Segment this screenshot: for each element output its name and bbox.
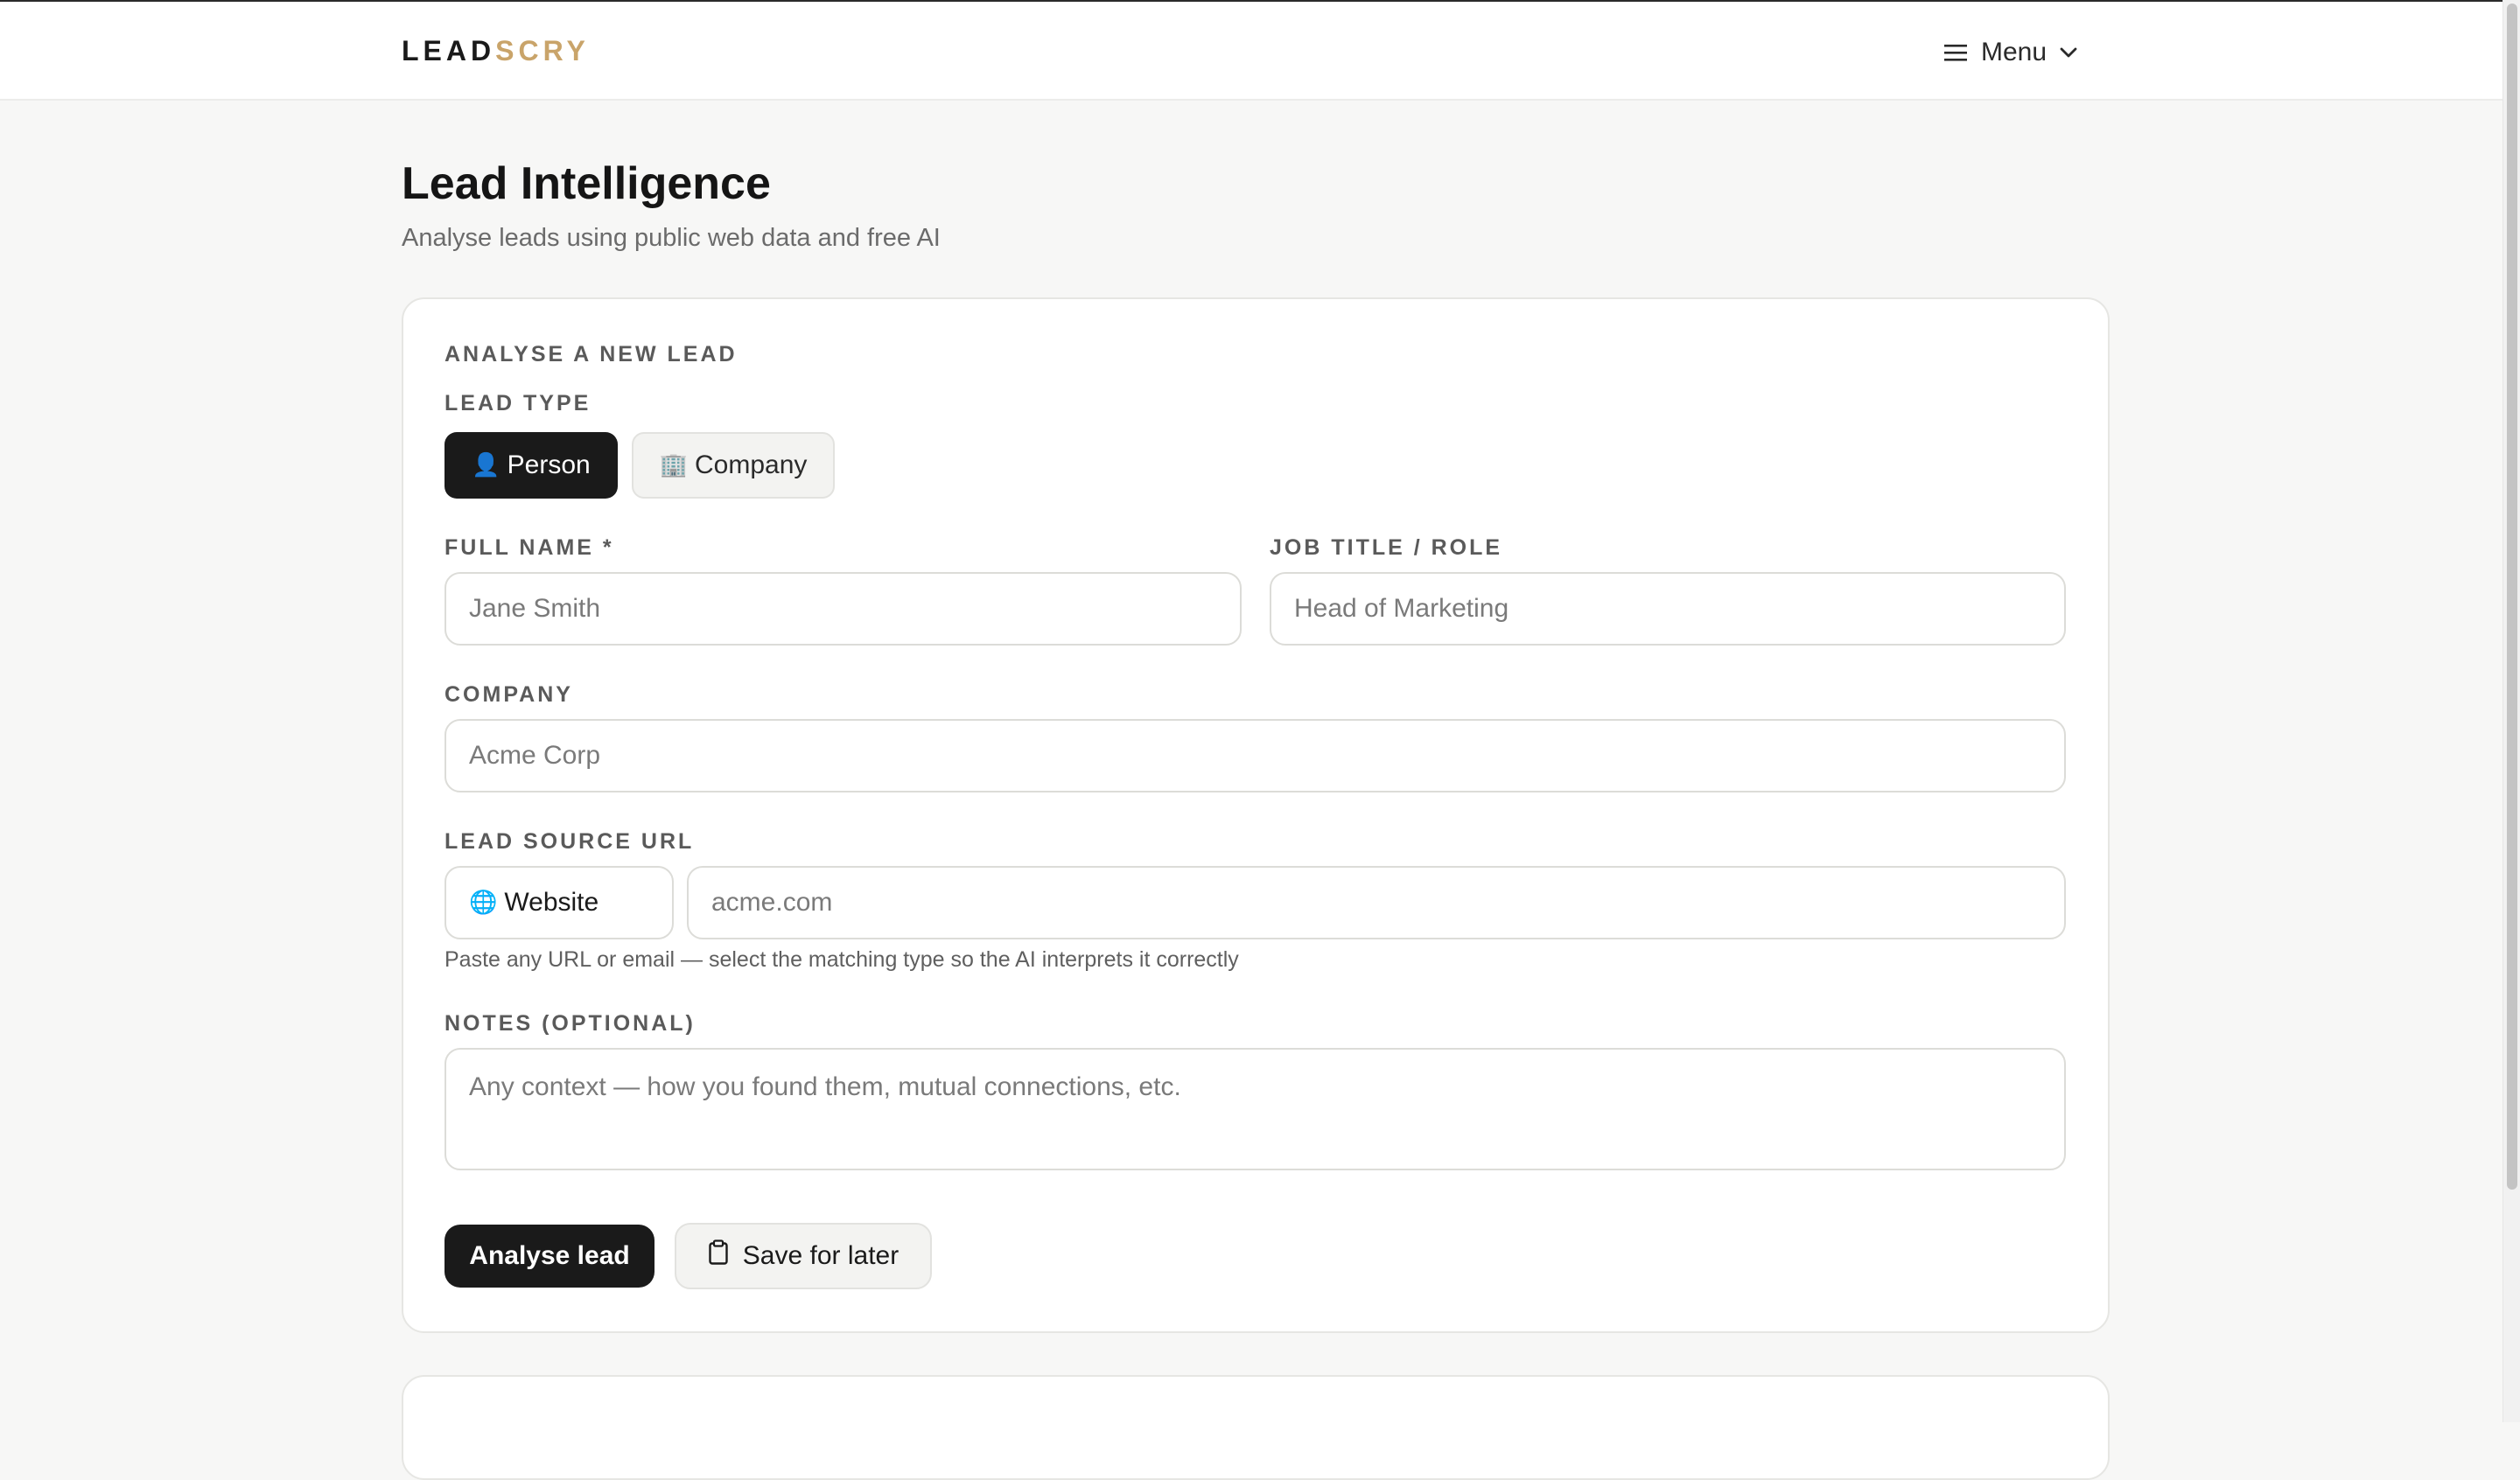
lead-type-person-label: Person — [507, 450, 591, 479]
notes-textarea[interactable] — [444, 1048, 2066, 1170]
scrollbar[interactable] — [2502, 0, 2520, 1422]
source-url-hint: Paste any URL or email — select the matc… — [444, 947, 1239, 972]
clipboard-icon — [708, 1239, 729, 1273]
lead-type-label: LEAD TYPE — [444, 391, 592, 415]
job-title-label: JOB TITLE / ROLE — [1270, 535, 1503, 560]
menu-label: Menu — [1981, 38, 2048, 66]
building-icon: 🏢 — [659, 452, 688, 478]
globe-icon: 🌐 — [469, 890, 498, 916]
hamburger-icon — [1942, 42, 1969, 63]
company-input[interactable] — [444, 719, 2066, 792]
lead-type-company-button[interactable]: 🏢 Company — [632, 432, 835, 499]
scrollbar-thumb[interactable] — [2507, 3, 2517, 1190]
url-type-select[interactable]: 🌐 Website — [444, 866, 674, 939]
page-subtitle: Analyse leads using public web data and … — [402, 224, 941, 252]
page-title: Lead Intelligence — [402, 158, 771, 209]
company-label: COMPANY — [444, 682, 573, 707]
full-name-label: FULL NAME * — [444, 535, 614, 560]
next-card — [402, 1375, 2110, 1480]
save-for-later-button[interactable]: Save for later — [675, 1223, 932, 1289]
job-title-input[interactable] — [1270, 572, 2066, 646]
lead-type-company-label: Company — [694, 450, 808, 479]
logo-part-scry: SCRY — [495, 35, 590, 66]
full-name-input[interactable] — [444, 572, 1242, 646]
notes-label: NOTES (OPTIONAL) — [444, 1011, 696, 1036]
person-icon: 👤 — [472, 452, 500, 478]
source-url-input[interactable] — [687, 866, 2066, 939]
analyse-lead-button[interactable]: Analyse lead — [444, 1225, 654, 1288]
chevron-down-icon — [2059, 46, 2078, 59]
logo[interactable]: LEADSCRY — [402, 35, 590, 67]
save-for-later-label: Save for later — [742, 1241, 900, 1270]
logo-part-lead: LEAD — [402, 35, 496, 66]
menu-button[interactable]: Menu — [1942, 33, 2078, 72]
url-type-value: Website — [504, 888, 599, 917]
section-title: ANALYSE A NEW LEAD — [444, 342, 738, 367]
source-url-label: LEAD SOURCE URL — [444, 829, 695, 854]
top-nav: LEADSCRY Menu — [0, 0, 2520, 101]
lead-type-person-button[interactable]: 👤 Person — [444, 432, 618, 499]
